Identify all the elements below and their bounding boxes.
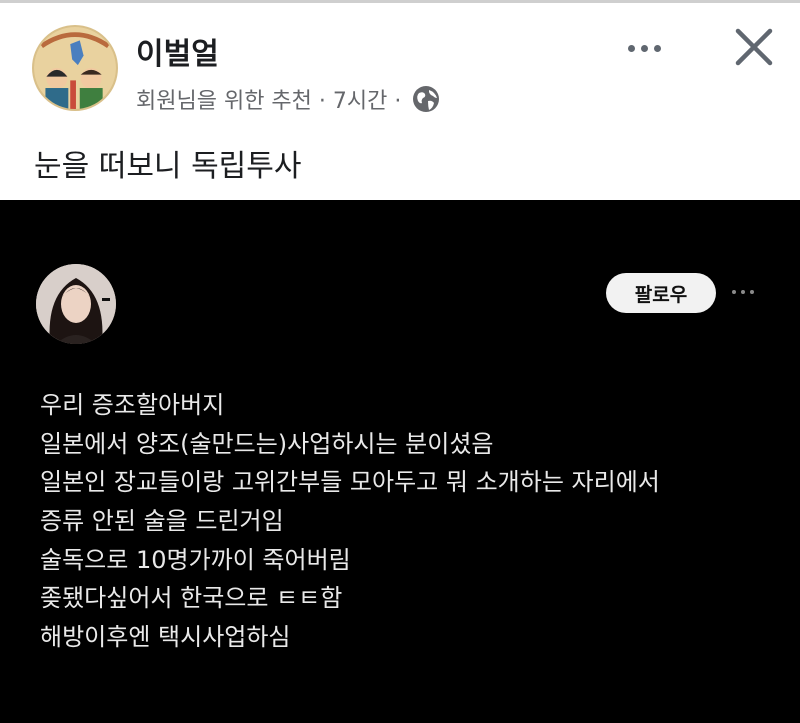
author-avatar[interactable] [32, 25, 118, 111]
globe-icon [411, 84, 441, 114]
more-horizontal-icon [627, 44, 635, 52]
close-button[interactable] [728, 21, 780, 73]
embedded-post-body: 우리 증조할아버지 일본에서 양조(술만드는)사업하시는 분이셨음 일본인 장교… [40, 386, 660, 657]
body-line: 술독으로 10명가까이 죽어버림 [40, 545, 351, 574]
author-name[interactable]: 이벌얼 [136, 29, 219, 73]
body-line: 일본인 장교들이랑 고위간부들 모아두고 뭐 소개하는 자리에서 [40, 468, 660, 497]
more-options-button[interactable] [622, 31, 666, 65]
body-line: 좆됐다싶어서 한국으로 ㅌㅌ함 [40, 584, 343, 613]
body-line: 우리 증조할아버지 [40, 391, 225, 419]
embedded-profile-avatar [36, 264, 116, 344]
body-line: 일본에서 양조(술만드는)사업하시는 분이셨음 [40, 429, 494, 458]
follow-button[interactable]: 팔로우 [606, 273, 716, 313]
post-meta-text[interactable]: 회원님을 위한 추천 · 7시간 · [136, 83, 401, 115]
post-header: 이벌얼 회원님을 위한 추천 · 7시간 · 눈을 떠보니 독립투사 [0, 3, 800, 200]
body-line: 해방이후엔 택시사업하심 [40, 623, 291, 652]
close-icon [735, 28, 773, 66]
body-line: 증류 안된 술을 드린거임 [40, 507, 284, 536]
post-text: 눈을 떠보니 독립투사 [34, 149, 302, 184]
more-horizontal-icon[interactable] [732, 284, 764, 300]
post-meta: 회원님을 위한 추천 · 7시간 · [136, 83, 441, 115]
embedded-screenshot: 팔로우 우리 증조할아버지 일본에서 양조(술만드는)사업하시는 분이셨음 일본… [0, 200, 800, 723]
